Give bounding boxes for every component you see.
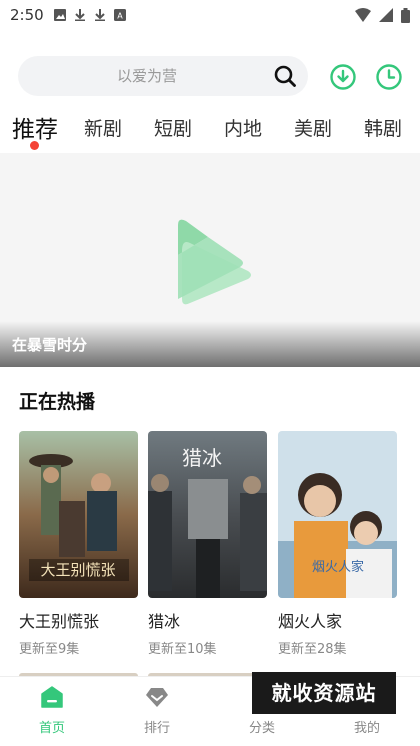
search-row: 以爱为营: [0, 52, 420, 100]
battery-icon: [401, 7, 410, 23]
show-title: 大王别慌张: [19, 612, 100, 631]
download-button-icon[interactable]: [330, 64, 356, 90]
show-card[interactable]: 猎冰 猎冰 更新至10集: [148, 431, 267, 657]
show-poster[interactable]: 大王别慌张: [19, 431, 138, 598]
nav-ranking-label: 排行: [143, 721, 170, 736]
nav-home[interactable]: 首页: [12, 685, 92, 736]
history-clock-icon[interactable]: [376, 64, 402, 90]
svg-text:大王别慌张: 大王别慌张: [40, 561, 115, 579]
show-card[interactable]: 烟火人家 烟火人家 更新至28集: [278, 431, 397, 657]
download-status-icon: [74, 9, 85, 21]
nav-category-label: 分类: [248, 721, 275, 736]
show-title: 猎冰: [148, 612, 181, 631]
show-title: 烟火人家: [278, 612, 343, 631]
banner-title: 在暴雪时分: [12, 336, 88, 354]
svg-text:烟火人家: 烟火人家: [312, 559, 364, 575]
nav-profile-label: 我的: [353, 721, 380, 736]
show-card[interactable]: 大王别慌张 大王别慌张 更新至9集: [19, 431, 138, 657]
svg-text:猎冰: 猎冰: [182, 446, 222, 470]
tab-new-shows[interactable]: 新剧: [84, 114, 122, 141]
show-episode-status: 更新至10集: [148, 642, 217, 657]
nav-ranking[interactable]: 排行: [117, 685, 197, 736]
tab-mainland[interactable]: 内地: [224, 114, 262, 141]
search-icon[interactable]: [274, 65, 296, 87]
wifi-icon: [355, 8, 371, 22]
download-status-icon-2: [94, 9, 105, 21]
featured-banner[interactable]: 在暴雪时分: [0, 153, 420, 367]
show-episode-status: 更新至28集: [278, 642, 347, 657]
search-input[interactable]: 以爱为营: [18, 56, 308, 96]
home-icon: [41, 686, 63, 708]
tab-us-shows[interactable]: 美剧: [294, 114, 332, 141]
tab-recommended[interactable]: 推荐: [12, 110, 58, 144]
status-bar: 2:50 A: [0, 0, 420, 30]
play-logo-icon: [178, 219, 251, 305]
category-tabs: 推荐 新剧 短剧 内地 美剧 韩剧: [0, 106, 420, 152]
show-poster[interactable]: 猎冰: [148, 431, 267, 598]
now-playing-section: 正在热播 大王别慌张 大王别慌张 更新至9集 猎冰 猎冰 更新至10集 烟火人家…: [0, 367, 420, 675]
gallery-icon: [53, 9, 66, 21]
nav-home-label: 首页: [38, 721, 65, 736]
watermark-label: 就收资源站: [252, 672, 396, 714]
search-placeholder: 以爱为营: [116, 67, 177, 85]
signal-icon: [379, 8, 393, 22]
ranking-icon: [146, 688, 168, 707]
status-time: 2:50: [10, 6, 44, 24]
section-heading: 正在热播: [19, 391, 96, 413]
show-poster[interactable]: 烟火人家: [278, 431, 397, 598]
app-notification-icon: A: [113, 9, 126, 21]
tab-korean-shows[interactable]: 韩剧: [364, 114, 402, 141]
svg-text:A: A: [117, 12, 123, 21]
tab-short-shows[interactable]: 短剧: [154, 114, 192, 141]
active-tab-indicator: [30, 141, 39, 150]
show-episode-status: 更新至9集: [19, 642, 80, 657]
